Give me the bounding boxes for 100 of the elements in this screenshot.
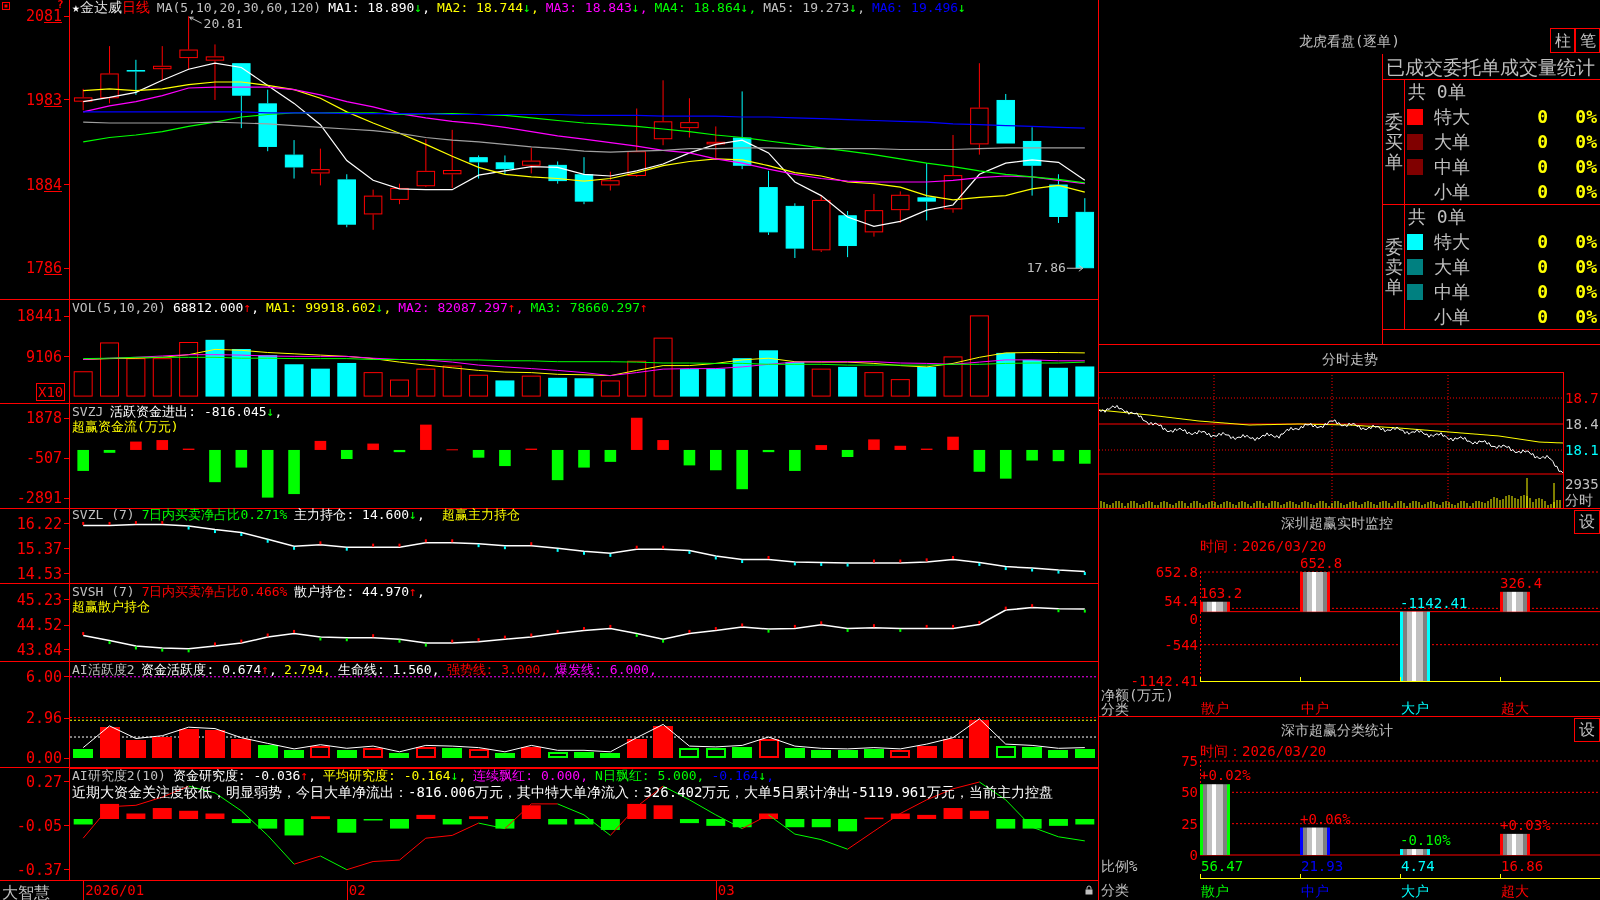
data-point-marker	[741, 560, 744, 563]
ratio-bar	[1500, 833, 1530, 855]
category-label: 散户	[1201, 701, 1229, 716]
candlestick	[390, 183, 409, 205]
data-point-marker	[424, 643, 427, 647]
bar-value-label: 56.47	[1201, 858, 1244, 874]
data-point-marker	[1057, 570, 1060, 574]
candlestick	[416, 138, 436, 188]
candlestick	[443, 129, 462, 189]
trend-arrow: ↑	[507, 300, 516, 315]
indicator-reading: MA1: 18.890	[328, 0, 415, 15]
candlestick	[363, 189, 383, 231]
data-point-marker	[793, 562, 796, 566]
order-percent: 0%	[1574, 281, 1597, 302]
separator-comma: ,	[515, 300, 524, 315]
data-point-marker	[451, 639, 454, 643]
indicator-subtitle: 超赢散户持仓	[72, 599, 151, 614]
date-label: 02	[348, 883, 366, 898]
fund-flow-bar	[499, 449, 511, 467]
axis-title: 净额(万元)	[1101, 688, 1175, 702]
axis-label: -1142.41	[1130, 674, 1198, 688]
fund-flow-bar	[604, 449, 617, 462]
fund-flow-bar	[367, 443, 379, 450]
axis-label: 18441	[16, 309, 62, 324]
trend-arrow: ↓	[631, 0, 640, 15]
view-toggle-button[interactable]: 笔	[1575, 28, 1600, 53]
indicator-reading: 资金研究度: -0.036	[172, 768, 301, 783]
indicator-reading: 资金活跃度: 0.674	[141, 662, 262, 677]
fund-flow-bar	[261, 449, 274, 498]
indicator-name: SVZL (7)	[72, 509, 135, 521]
bar-value-label: 21.93	[1301, 858, 1344, 874]
net-amount-bar	[1200, 601, 1230, 612]
net-amount-bar	[1300, 572, 1330, 612]
data-point-marker	[319, 637, 322, 641]
period-label: 日线	[121, 0, 150, 15]
trend-arrow: ↓	[414, 0, 423, 15]
help-mark[interactable]: ?	[57, 0, 64, 9]
order-percent: 0%	[1574, 107, 1597, 128]
research-bar	[600, 819, 620, 830]
square-icon[interactable]	[2, 2, 10, 10]
change-label: +0.06%	[1300, 811, 1351, 826]
axis-label: 1884	[25, 177, 62, 192]
order-count: 0	[1536, 132, 1548, 152]
axis-label: 43.84	[16, 642, 62, 657]
axis-label: -507	[25, 451, 62, 466]
candlestick	[996, 93, 1015, 144]
axis-label: 6.00	[25, 669, 62, 684]
fund-flow-bar	[103, 449, 116, 453]
data-point-marker	[793, 624, 796, 628]
data-point-marker	[372, 543, 375, 547]
panel-title: 深市超赢分类统计	[1280, 722, 1393, 738]
brand-name: 大智慧	[2, 883, 50, 900]
separator-comma: ,	[458, 768, 467, 783]
price-annotation: 17.86	[1026, 261, 1066, 276]
data-point-marker	[108, 641, 111, 645]
research-bar	[100, 803, 120, 819]
fund-flow-bar	[1026, 449, 1038, 461]
category-label: 中户	[1301, 883, 1329, 899]
indicator-name: VOL(5,10,20)	[72, 300, 166, 315]
fund-flow-bar	[736, 449, 748, 490]
trend-arrow: ↓	[849, 0, 858, 15]
data-point-marker	[345, 547, 348, 551]
indicator-reading: 强势线: 3.000,	[446, 662, 549, 677]
side-label: 委卖单	[1384, 237, 1403, 297]
fund-flow-bar	[841, 449, 854, 457]
trend-arrow: ↑	[243, 300, 252, 315]
bar-value-label: 652.8	[1300, 556, 1343, 571]
category-label: 中户	[1301, 701, 1329, 716]
fund-flow-bar	[314, 440, 327, 450]
candlestick	[706, 125, 725, 161]
data-point-marker	[424, 539, 427, 543]
candlestick	[100, 45, 119, 104]
research-bar	[732, 819, 752, 828]
order-count: 0	[1536, 107, 1548, 128]
settings-button[interactable]: 设	[1574, 718, 1600, 742]
separator-comma: ,	[251, 300, 260, 315]
data-point-marker	[952, 556, 955, 559]
data-point-marker	[714, 627, 717, 631]
data-point-marker	[925, 624, 928, 628]
trend-arrow: ↑	[409, 584, 417, 599]
axis-label: 44.52	[16, 618, 62, 633]
price-scale-label: 18.7	[1565, 390, 1600, 406]
data-point-marker	[978, 620, 981, 624]
bar-value-label: 4.74	[1401, 858, 1435, 874]
research-bar	[917, 814, 937, 819]
candlestick	[126, 59, 146, 96]
research-bar	[179, 810, 199, 819]
fund-flow-bar	[1052, 449, 1065, 462]
settings-button[interactable]: 设	[1574, 510, 1600, 534]
net-amount-bar	[1500, 591, 1530, 612]
candlestick	[917, 162, 936, 221]
order-size-label: 特大	[1434, 232, 1471, 253]
view-toggle-button[interactable]: 柱	[1550, 28, 1575, 53]
research-bar	[969, 810, 989, 819]
axis-title: 分类	[1101, 702, 1129, 716]
fund-flow-bar	[710, 449, 722, 471]
indicator-subtitle: 超赢主力持仓	[441, 509, 520, 521]
indicator-reading: 68812.000	[172, 300, 244, 315]
candlestick	[1022, 126, 1042, 197]
data-point-marker	[240, 639, 243, 643]
